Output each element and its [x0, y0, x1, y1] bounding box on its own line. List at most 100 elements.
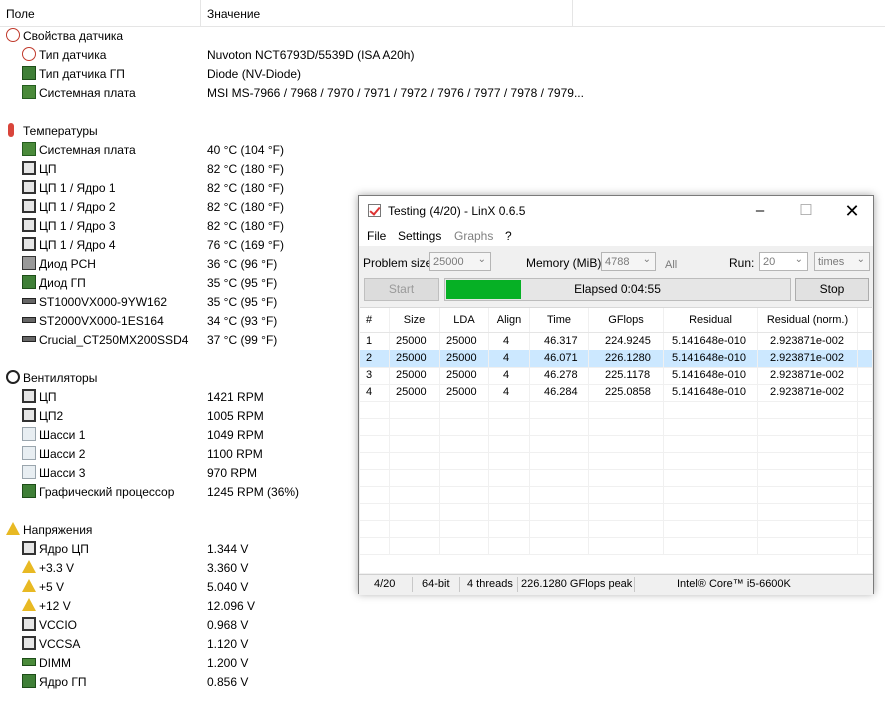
sensor-row[interactable]: Ядро ГП 0.856 V — [0, 672, 885, 691]
menu-help[interactable]: ? — [505, 229, 512, 243]
table-row[interactable]: 4 25000 25000 4 46.284 225.0858 5.141648e-010 2… — [360, 384, 872, 402]
cpu-icon — [22, 218, 36, 232]
status-threads: 4 threads — [467, 578, 513, 590]
sensor-label: +5 V — [39, 580, 65, 594]
sensor-value: 40 °C (104 °F) — [207, 143, 284, 157]
table-cell — [589, 503, 664, 520]
memory-all-option[interactable]: All — [665, 259, 677, 271]
sensor-value: Nuvoton NCT6793D/5539D (ISA A20h) — [207, 48, 415, 62]
table-cell — [530, 401, 589, 418]
sensor-value: 35 °C (95 °F) — [207, 295, 278, 309]
cpu-icon — [22, 617, 36, 631]
table-cell — [360, 537, 390, 554]
table-row[interactable]: 3 25000 25000 4 46.278 225.1178 5.141648e-010 2… — [360, 367, 872, 385]
title-bar[interactable]: Testing (4/20) - LinX 0.6.5 – ☐ ✕ — [359, 196, 873, 226]
table-cell: 226.1280 — [589, 350, 664, 367]
table-cell — [390, 452, 440, 469]
sensor-group[interactable]: Температуры — [0, 121, 885, 140]
table-row[interactable]: 1 25000 25000 4 46.317 224.9245 5.141648e-010 2… — [360, 333, 872, 351]
sensor-value: 36 °C (96 °F) — [207, 257, 278, 271]
table-cell — [360, 435, 390, 452]
sensor-label: Системная плата — [39, 86, 136, 100]
table-cell: 4 — [360, 384, 390, 401]
sensor-row[interactable]: DIMM 1.200 V — [0, 653, 885, 672]
menu-settings[interactable]: Settings — [398, 229, 441, 243]
column-header[interactable]: Align — [489, 308, 530, 332]
run-count-select[interactable]: 20 ⌄ — [759, 252, 808, 271]
memory-select[interactable]: 4788 ⌄ — [601, 252, 656, 271]
sensor-value: 1245 RPM (36%) — [207, 485, 300, 499]
table-cell: 46.284 — [530, 384, 589, 401]
sensor-row[interactable]: Системная плата 40 °C (104 °F) — [0, 140, 885, 159]
sensor-value: 76 °C (169 °F) — [207, 238, 284, 252]
status-cpu: Intel® Core™ i5-6600K — [677, 578, 791, 590]
column-divider[interactable] — [200, 0, 201, 26]
sensor-group[interactable]: Свойства датчика — [0, 26, 885, 45]
column-value[interactable]: Значение — [207, 7, 260, 21]
menu-file[interactable]: File — [367, 229, 386, 243]
table-cell — [489, 452, 530, 469]
test-parameters: Problem size: 25000 ⌄ Memory (MiB): 4788… — [359, 246, 873, 276]
table-cell — [440, 520, 489, 537]
table-row-empty — [360, 418, 872, 436]
sensor-value: 5.040 V — [207, 580, 249, 594]
table-cell: 25000 — [440, 384, 489, 401]
stop-button[interactable]: Stop — [795, 278, 869, 301]
gpu-icon — [22, 484, 36, 498]
sensor-row[interactable]: Тип датчика ГП Diode (NV-Diode) — [0, 64, 885, 83]
table-cell — [758, 486, 858, 503]
sensor-label: Crucial_CT250MX200SSD4 — [39, 333, 189, 347]
column-header[interactable]: Residual (norm.) — [758, 308, 858, 332]
sensor-row[interactable]: VCCIO 0.968 V — [0, 615, 885, 634]
column-header[interactable]: # — [360, 308, 390, 332]
cpu-icon — [22, 161, 36, 175]
column-header[interactable]: Time — [530, 308, 589, 332]
sensor-value: 0.968 V — [207, 618, 249, 632]
sensor-row[interactable]: VCCSA 1.120 V — [0, 634, 885, 653]
minimize-button[interactable]: – — [737, 196, 783, 226]
sensor-value: 0.856 V — [207, 675, 249, 689]
run-unit-select[interactable]: times ⌄ — [814, 252, 870, 271]
sensor-value: 3.360 V — [207, 561, 249, 575]
sensor-label: ЦП — [39, 390, 57, 404]
table-row-empty — [360, 401, 872, 419]
column-header[interactable]: Residual — [664, 308, 758, 332]
table-cell: 25000 — [390, 350, 440, 367]
list-header: Поле Значение — [0, 0, 885, 27]
table-cell — [664, 520, 758, 537]
table-cell — [530, 418, 589, 435]
gpu-icon — [22, 674, 36, 688]
column-field[interactable]: Поле — [6, 7, 35, 21]
table-cell — [530, 435, 589, 452]
column-header[interactable]: GFlops — [589, 308, 664, 332]
table-cell — [390, 401, 440, 418]
table-cell — [440, 486, 489, 503]
motherboard-icon — [22, 85, 36, 99]
menu-graphs[interactable]: Graphs — [454, 229, 493, 243]
results-header: # Size LDA Align Time GFlops Residual Residual … — [360, 308, 872, 333]
problem-size-select[interactable]: 25000 ⌄ — [429, 252, 491, 271]
sensor-label: +3.3 V — [39, 561, 75, 575]
sensor-row[interactable]: +12 V 12.096 V — [0, 596, 885, 615]
close-button[interactable]: ✕ — [829, 196, 875, 226]
table-cell — [589, 435, 664, 452]
sensor-label: ЦП 1 / Ядро 1 — [39, 181, 116, 195]
sensor-row[interactable]: Тип датчика Nuvoton NCT6793D/5539D (ISA A… — [0, 45, 885, 64]
maximize-button[interactable]: ☐ — [783, 196, 829, 226]
sensor-row[interactable]: Системная плата MSI MS-7966 / 7968 / 7970… — [0, 83, 885, 102]
sensor-row[interactable]: ЦП 82 °C (180 °F) — [0, 159, 885, 178]
status-bitness: 64-bit — [422, 578, 450, 590]
warning-icon — [22, 560, 36, 573]
column-header[interactable]: LDA — [440, 308, 489, 332]
column-header[interactable]: Size — [390, 308, 440, 332]
column-divider[interactable] — [572, 0, 573, 26]
table-cell — [390, 520, 440, 537]
gpu-icon — [22, 275, 36, 289]
table-cell — [390, 469, 440, 486]
status-bar: 4/20 64-bit 4 threads 226.1280 GFlops pe… — [359, 574, 873, 595]
sensor-label: Системная плата — [39, 143, 136, 157]
start-button[interactable]: Start — [364, 278, 439, 301]
linx-window: Testing (4/20) - LinX 0.6.5 – ☐ ✕ File S… — [358, 195, 874, 595]
table-cell: 25000 — [390, 384, 440, 401]
table-row[interactable]: 2 25000 25000 4 46.071 226.1280 5.141648e-010 2… — [360, 350, 872, 368]
